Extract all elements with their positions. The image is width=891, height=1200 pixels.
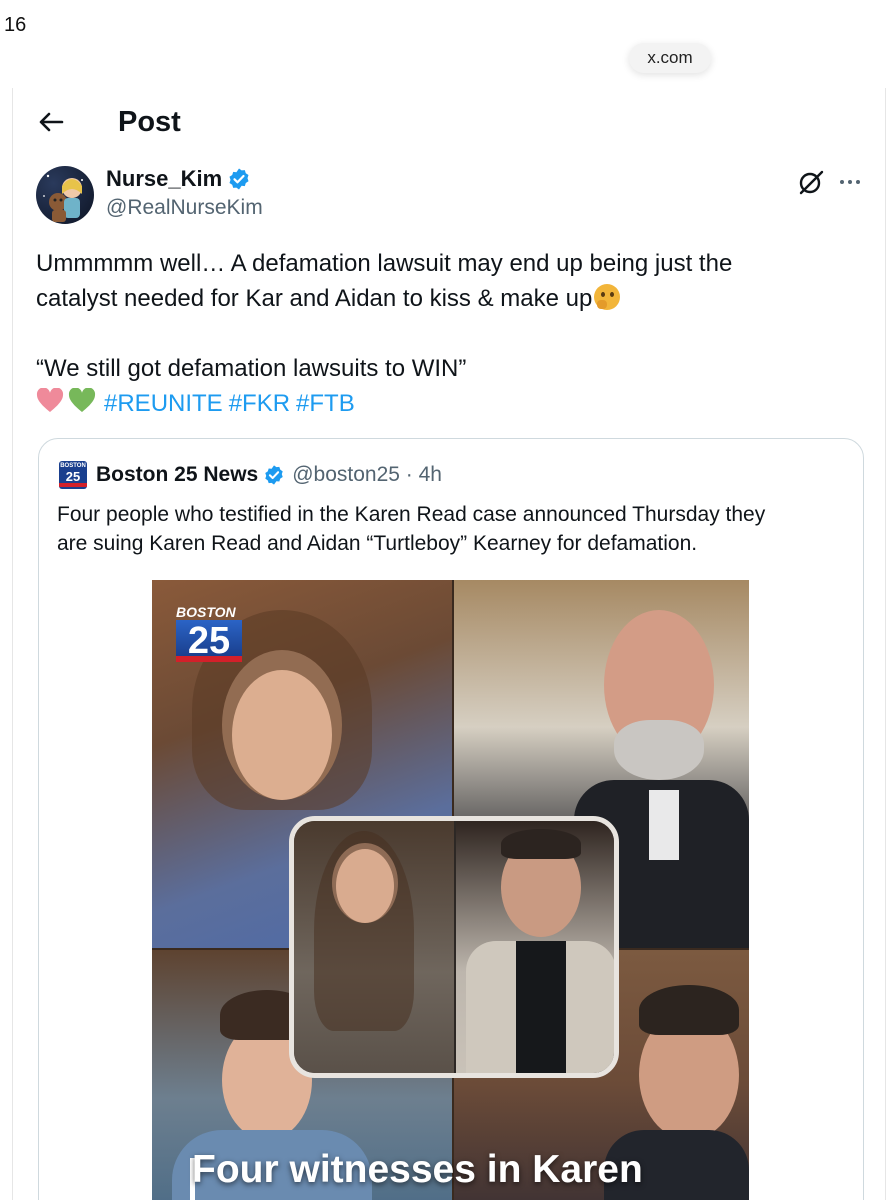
author-handle[interactable]: @RealNurseKim (106, 196, 263, 220)
avatar[interactable] (36, 166, 94, 224)
verified-badge-icon (229, 168, 249, 190)
post-text: Ummmmm well… A defamation lawsuit may en… (36, 246, 856, 421)
post-header: Post (36, 100, 181, 144)
hearts-emoji-group (36, 388, 96, 414)
quoted-post-card[interactable]: BOSTON 25 Boston 25 News @boston25 · 4h … (38, 438, 864, 1200)
back-arrow-icon[interactable] (36, 107, 66, 137)
quoted-author-name[interactable]: Boston 25 News (96, 463, 258, 487)
post-text-line-1: Ummmmm well… A defamation lawsuit may en… (36, 250, 733, 277)
page-title: Post (118, 105, 181, 138)
more-options-icon[interactable] (838, 170, 862, 194)
green-heart-emoji (68, 388, 96, 412)
quoted-post-image[interactable]: BOSTON 25 Four witnesses in Karen (152, 580, 749, 1200)
thinking-face-emoji (594, 284, 621, 310)
right-divider (885, 88, 886, 1200)
author-block: Nurse_Kim @RealNurseKim (106, 166, 263, 220)
quoted-text-line-2: are suing Karen Read and Aidan “Turtlebo… (57, 532, 698, 555)
image-center-frame (289, 816, 619, 1078)
author-name[interactable]: Nurse_Kim (106, 166, 222, 192)
quoted-author-handle[interactable]: @boston25 · 4h (292, 463, 442, 487)
status-number: 16 (4, 14, 27, 36)
quoted-post-text: Four people who testified in the Karen R… (57, 500, 837, 558)
verified-badge-icon (265, 465, 283, 485)
left-divider (12, 88, 13, 1200)
image-headline: Four witnesses in Karen (192, 1148, 643, 1191)
hashtag-reunite[interactable]: #REUNITE (104, 390, 223, 417)
hashtag-fkr[interactable]: #FKR (229, 390, 290, 417)
quoted-post-header: BOSTON 25 Boston 25 News @boston25 · 4h (59, 461, 442, 489)
post-text-line-2: catalyst needed for Kar and Aidan to kis… (36, 285, 593, 312)
boston25-logo[interactable]: BOSTON 25 (59, 461, 87, 489)
hashtag-ftb[interactable]: #FTB (296, 390, 355, 417)
url-pill[interactable]: x.com (629, 43, 711, 73)
post-quote-line: “We still got defamation lawsuits to WIN… (36, 355, 467, 382)
pink-heart-emoji (36, 388, 64, 412)
quoted-text-line-1: Four people who testified in the Karen R… (57, 503, 766, 526)
grok-icon[interactable] (797, 168, 825, 196)
boston25-watermark-logo: BOSTON 25 (176, 604, 246, 670)
